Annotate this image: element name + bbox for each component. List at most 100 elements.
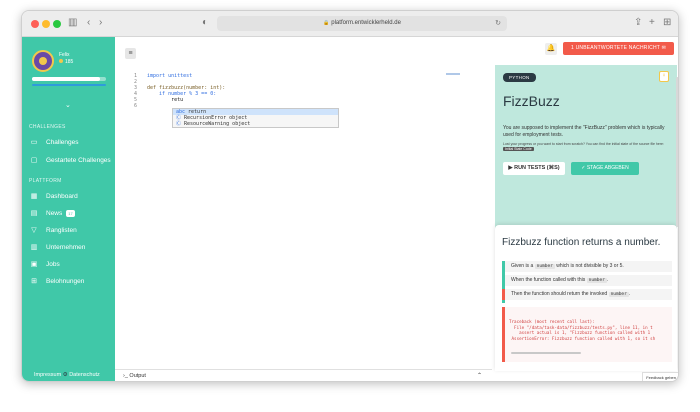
run-tests-label: RUN TESTS (⌘S) (514, 165, 560, 171)
sidebar-item-started-challenges[interactable]: ▢ Gestartete Challenges (29, 156, 111, 165)
sidebar-item-dashboard[interactable]: ▦ Dashboard (29, 192, 78, 201)
avatar[interactable] (32, 50, 54, 72)
minimize-window-button[interactable] (42, 20, 50, 28)
task-title: FizzBuzz (503, 93, 560, 109)
step-text: . (606, 277, 609, 283)
task-description: You are supposed to implement the "FizzB… (503, 125, 665, 138)
address-bar[interactable]: 🔒 platform.entwicklerheld.de ↻ (217, 16, 507, 31)
sidebar-toggle-icon[interactable]: ▥ (68, 16, 77, 30)
test-steps: Given is a number which is not divisible… (502, 261, 672, 303)
task-panel: PYTHON ♀ FizzBuzz You are supposed to im… (495, 65, 677, 371)
close-window-button[interactable] (31, 20, 39, 28)
back-icon[interactable]: ‹ (87, 16, 90, 30)
monitor-icon: ▭ (30, 139, 38, 146)
step-text: Given is a (511, 263, 534, 269)
autocomplete-item[interactable]: Ⓒ ResourceWarning object (173, 121, 338, 127)
sidebar-item-label: Ranglisten (46, 226, 77, 234)
menu-icon[interactable]: ≡ (125, 48, 136, 59)
chevron-up-icon[interactable]: ⌃ (477, 370, 482, 381)
task-pane: 🔔 1 UNBEANTWORTETE NACHRICHT ✉ PYTHON ♀ … (492, 37, 678, 381)
sidebar: Felix 185 ⌄ CHALLENGES ▭ Challenges ▢ Gest… (22, 37, 115, 381)
autocomplete-popup: abc return Ⓒ RecursionError object Ⓒ Resour… (172, 108, 339, 128)
company-icon: ▥ (30, 244, 38, 251)
sidebar-item-news[interactable]: ▤ News 17 (29, 209, 75, 217)
dashboard-icon: ▦ (30, 193, 38, 200)
sidebar-item-ranglisten[interactable]: ▽ Ranglisten (29, 226, 77, 235)
user-points-value: 185 (65, 59, 74, 65)
briefcase-icon: ▣ (30, 261, 38, 268)
test-step-then: Then the function should return the invo… (502, 289, 672, 300)
minimap[interactable] (446, 73, 460, 75)
reload-icon[interactable]: ↻ (495, 16, 501, 31)
notification-button[interactable]: 1 UNBEANTWORTETE NACHRICHT ✉ (563, 42, 674, 55)
line-number: 6 (133, 103, 137, 109)
run-tests-button[interactable]: ▶ RUN TESTS (⌘S) (503, 162, 565, 175)
initial-state-link[interactable]: Initial State Code (503, 147, 534, 151)
class-icon: Ⓒ (176, 121, 182, 127)
header-bar: 🔔 1 UNBEANTWORTETE NACHRICHT ✉ (492, 37, 678, 61)
sidebar-item-challenges[interactable]: ▭ Challenges (29, 138, 79, 147)
share-icon[interactable]: ⇪ (634, 16, 642, 30)
step-text: . (628, 291, 631, 297)
sidebar-item-belohnungen[interactable]: ⊞ Belohnungen (29, 277, 85, 286)
chat-icon: ✉ (661, 45, 666, 51)
test-title: Fizzbuzz function returns a number. (502, 237, 661, 248)
traceback-text: Traceback (most recent call last): File … (509, 319, 656, 341)
news-badge: 17 (66, 209, 75, 217)
code-line[interactable]: import unittest (147, 73, 192, 79)
code-line-text: import unittest (147, 73, 193, 79)
user-name: Felix (59, 52, 70, 58)
traceback-output: Traceback (most recent call last): File … (502, 307, 672, 362)
datenschutz-link[interactable]: Datenschutz (69, 372, 100, 378)
sidebar-item-label: Gestartete Challenges (46, 156, 111, 164)
user-points: 185 (59, 59, 73, 65)
browser-titlebar: ▥ ‹ › ◐ 🔒 platform.entwicklerheld.de ↻ ⇪ … (22, 11, 678, 37)
code-editor[interactable]: ≡ 1 import unittest 2 3 def fizzbuzz(num… (115, 37, 492, 381)
language-badge: PYTHON (503, 73, 536, 82)
feedback-button[interactable]: Feedback geben (642, 372, 678, 381)
step-text: which is not divisible by 3 or 5. (556, 263, 624, 269)
new-tab-icon[interactable]: + (649, 16, 655, 30)
reset-hint: Lost your progress or you want to start … (503, 142, 673, 152)
sidebar-item-label: News (46, 209, 63, 217)
laptop-icon: ▢ (30, 157, 38, 164)
section-challenges: CHALLENGES (29, 124, 66, 130)
step-code: number (608, 292, 629, 297)
terminal-icon: ›_ (123, 373, 128, 379)
chevron-down-icon[interactable]: ⌄ (65, 101, 71, 109)
sidebar-item-label: Unternehmen (46, 243, 86, 251)
reset-text: Lost your progress or you want to start … (503, 142, 664, 146)
lock-icon: 🔒 (323, 20, 330, 26)
url-text: platform.entwicklerheld.de (331, 20, 401, 26)
autocomplete-label: ResourceWarning object (184, 121, 251, 127)
submit-stage-button[interactable]: ✓ STAGE ABGEBEN (571, 162, 639, 175)
maximize-window-button[interactable] (53, 20, 61, 28)
lightbulb-icon[interactable]: ♀ (659, 71, 669, 82)
sidebar-item-unternehmen[interactable]: ▥ Unternehmen (29, 243, 86, 252)
gift-icon: ⊞ (31, 278, 37, 285)
impressum-link[interactable]: Impressum (34, 372, 61, 378)
shield-icon[interactable]: ◐ (202, 16, 208, 30)
bell-icon[interactable]: 🔔 (545, 43, 557, 55)
horizontal-scrollbar[interactable] (511, 352, 581, 354)
sidebar-item-label: Challenges (46, 138, 79, 146)
sidebar-item-label: Belohnungen (46, 277, 85, 285)
news-icon: ▤ (30, 210, 38, 217)
output-panel-toggle[interactable]: ›_ Output ⌃ (115, 369, 492, 381)
forward-icon[interactable]: › (99, 16, 102, 30)
sidebar-item-label: Dashboard (46, 192, 78, 200)
notification-label: 1 UNBEANTWORTETE NACHRICHT (571, 45, 660, 51)
step-text: Then the function should return the invo… (511, 291, 608, 297)
sidebar-item-label: Jobs (46, 260, 60, 268)
code-line[interactable]: retu (147, 97, 183, 103)
test-result-card: Fizzbuzz function returns a number. Give… (495, 225, 677, 371)
level-progress-fill (32, 77, 101, 81)
level-progress-secondary (32, 84, 106, 86)
sidebar-item-jobs[interactable]: ▣ Jobs (29, 260, 60, 269)
tab-overview-icon[interactable]: ⊞ (663, 16, 671, 30)
trophy-icon: ▽ (31, 227, 37, 234)
vertical-scrollbar[interactable] (676, 77, 678, 227)
logo-icon: ⚙ (62, 372, 68, 378)
coin-icon (59, 59, 63, 63)
step-code: number (534, 264, 555, 269)
